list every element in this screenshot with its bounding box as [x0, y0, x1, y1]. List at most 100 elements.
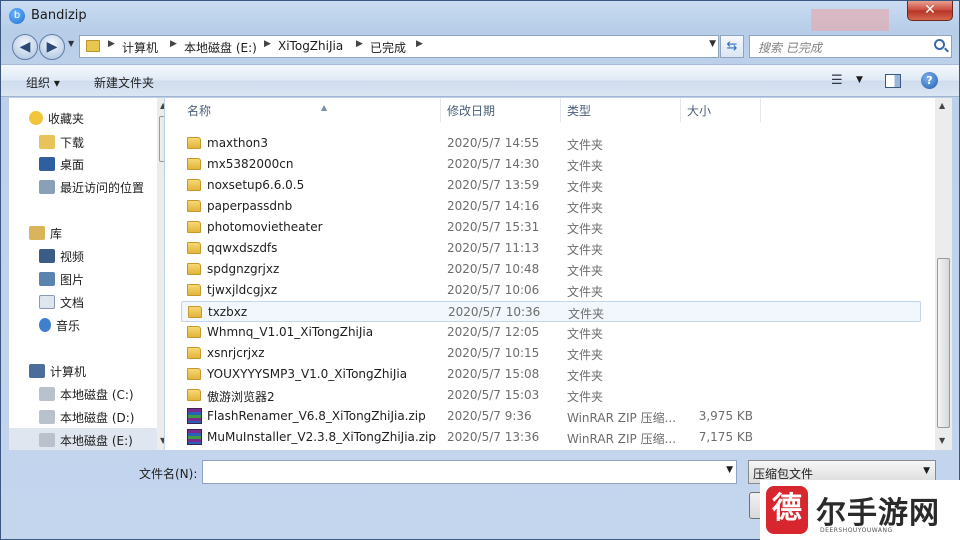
- recent-pages-dropdown-icon[interactable]: ▼: [68, 39, 74, 48]
- file-type: 文件夹: [567, 369, 604, 383]
- table-row[interactable]: MuMuInstaller_V2.3.8_XiTongZhiJia.zip 202…: [181, 427, 921, 448]
- breadcrumb-separator-icon[interactable]: ▶: [356, 39, 363, 49]
- folder-icon: [187, 137, 201, 149]
- nav-item-downloads[interactable]: 下载: [39, 134, 84, 154]
- nav-item-documents[interactable]: 文档: [39, 294, 84, 314]
- new-folder-button[interactable]: 新建文件夹: [94, 74, 154, 91]
- file-name: maxthon3: [207, 136, 269, 150]
- view-dropdown-icon[interactable]: ▼: [856, 75, 863, 85]
- nav-item-desktop[interactable]: 桌面: [39, 156, 84, 176]
- file-date: 2020/5/7 13:59: [447, 178, 540, 192]
- scroll-down-icon[interactable]: ▼: [160, 436, 164, 445]
- address-history-dropdown-icon[interactable]: ▼: [709, 39, 716, 49]
- scrollbar-thumb[interactable]: [159, 116, 164, 162]
- folder-icon: [187, 200, 201, 212]
- scroll-down-icon[interactable]: ▼: [939, 436, 945, 445]
- watermark-seal: 德: [766, 486, 808, 534]
- file-date: 2020/5/7 10:48: [447, 262, 540, 276]
- organize-menu-button[interactable]: 组织 ▾: [26, 74, 60, 91]
- save-dialog-window: b Bandizip ✕ ◀ ▶ ▼ ▶ 计算机 ▶ 本地磁盘 (E:) ▶ X…: [0, 0, 960, 540]
- file-name: MuMuInstaller_V2.3.8_XiTongZhiJia.zip: [207, 430, 436, 444]
- table-row[interactable]: FlashRenamer_V6.8_XiTongZhiJia.zip 2020/5…: [181, 406, 921, 427]
- file-date: 2020/5/7 10:15: [447, 346, 540, 360]
- folder-icon: [188, 306, 202, 318]
- view-options-icon[interactable]: ☰: [831, 73, 843, 88]
- file-date: 2020/5/7 14:16: [447, 199, 540, 213]
- nav-item-recent-places[interactable]: 最近访问的位置: [39, 179, 144, 199]
- nav-item-drive-e[interactable]: 本地磁盘 (E:): [39, 432, 133, 450]
- table-row[interactable]: txzbxz 2020/5/7 10:36 文件夹: [181, 301, 921, 322]
- nav-libraries-label: 库: [50, 227, 63, 241]
- scroll-up-icon[interactable]: ▲: [939, 101, 945, 110]
- breadcrumb-xitogzhijia[interactable]: XiTogZhiJia: [278, 39, 343, 53]
- folder-icon: [187, 368, 201, 380]
- navigation-scrollbar[interactable]: ▲ ▼: [157, 98, 164, 450]
- table-row[interactable]: photomovietheater 2020/5/7 15:31 文件夹: [181, 217, 921, 238]
- file-list-scrollbar[interactable]: ▲ ▼: [935, 98, 952, 450]
- breadcrumb-separator-icon[interactable]: ▶: [170, 39, 177, 49]
- file-date: 2020/5/7 15:03: [447, 388, 540, 402]
- search-icon[interactable]: [934, 39, 945, 50]
- table-row[interactable]: 傲游浏览器2 2020/5/7 15:03 文件夹: [181, 385, 921, 406]
- picture-library-icon: [39, 272, 55, 286]
- sort-ascending-icon: ▲: [321, 103, 328, 112]
- breadcrumb-separator-icon[interactable]: ▶: [416, 39, 423, 49]
- nav-computer[interactable]: 计算机: [29, 363, 86, 383]
- watermark-text: 尔手游网: [816, 496, 940, 531]
- table-row[interactable]: xsnrjcrjxz 2020/5/7 10:15 文件夹: [181, 343, 921, 364]
- table-row[interactable]: tjwxjldcgjxz 2020/5/7 10:06 文件夹: [181, 280, 921, 301]
- breadcrumb-computer[interactable]: 计算机: [122, 39, 158, 56]
- recent-places-icon: [39, 180, 55, 194]
- help-icon[interactable]: ?: [921, 72, 938, 89]
- close-button[interactable]: ✕: [907, 1, 953, 21]
- filename-input[interactable]: ▼: [202, 460, 737, 484]
- file-date: 2020/5/7 13:36: [447, 430, 540, 444]
- table-row[interactable]: mx5382000cn 2020/5/7 14:30 文件夹: [181, 154, 921, 175]
- table-row[interactable]: Whmnq_V1.01_XiTongZhiJia 2020/5/7 12:05 文件…: [181, 322, 921, 343]
- preview-pane-icon[interactable]: [885, 74, 901, 88]
- table-row[interactable]: qqwxdszdfs 2020/5/7 11:13 文件夹: [181, 238, 921, 259]
- breadcrumb-drive-e[interactable]: 本地磁盘 (E:): [184, 39, 257, 56]
- file-name: 傲游浏览器2: [207, 390, 275, 404]
- nav-item-drive-d[interactable]: 本地磁盘 (D:): [39, 409, 134, 429]
- file-date: 2020/5/7 15:31: [447, 220, 540, 234]
- column-header-label: 大小: [687, 104, 712, 118]
- file-type-value: 压缩包文件: [753, 467, 814, 481]
- star-icon: [29, 111, 43, 125]
- nav-libraries[interactable]: 库: [29, 225, 62, 245]
- table-row[interactable]: noxsetup6.6.0.5 2020/5/7 13:59 文件夹: [181, 175, 921, 196]
- address-bar[interactable]: ▶ 计算机 ▶ 本地磁盘 (E:) ▶ XiTogZhiJia ▶ 已完成 ▶ …: [79, 35, 719, 58]
- search-box[interactable]: 搜索 已完成: [749, 35, 952, 58]
- column-header-size[interactable]: 大小: [681, 98, 761, 122]
- zip-archive-icon: [187, 429, 202, 445]
- nav-item-videos[interactable]: 视频: [39, 248, 84, 268]
- column-header-name[interactable]: 名称 ▲: [181, 98, 441, 122]
- nav-item-label: 图片: [60, 273, 85, 287]
- nav-item-pictures[interactable]: 图片: [39, 271, 84, 291]
- table-row[interactable]: paperpassdnb 2020/5/7 14:16 文件夹: [181, 196, 921, 217]
- search-placeholder: 搜索 已完成: [758, 41, 822, 55]
- nav-item-label: 最近访问的位置: [60, 181, 145, 195]
- table-row[interactable]: maxthon3 2020/5/7 14:55 文件夹: [181, 133, 921, 154]
- folder-icon: [187, 221, 201, 233]
- nav-item-music[interactable]: 音乐: [39, 317, 80, 337]
- scrollbar-thumb[interactable]: [937, 258, 950, 428]
- column-header-type[interactable]: 类型: [561, 98, 681, 122]
- table-row[interactable]: YOUXYYYSMP3_V1.0_XiTongZhiJia 2020/5/7 15…: [181, 364, 921, 385]
- table-row[interactable]: spdgnzgrjxz 2020/5/7 10:48 文件夹: [181, 259, 921, 280]
- breadcrumb-completed[interactable]: 已完成: [370, 39, 406, 56]
- scroll-up-icon[interactable]: ▲: [160, 101, 164, 110]
- back-button[interactable]: ◀: [12, 34, 38, 60]
- nav-item-drive-c[interactable]: 本地磁盘 (C:): [39, 386, 134, 406]
- breadcrumb-separator-icon[interactable]: ▶: [264, 39, 271, 49]
- refresh-button[interactable]: ⇆: [720, 35, 744, 58]
- file-type: 文件夹: [567, 285, 604, 299]
- filename-dropdown-icon[interactable]: ▼: [726, 465, 733, 475]
- nav-favorites[interactable]: 收藏夹: [29, 110, 84, 130]
- file-type: 文件夹: [567, 180, 604, 194]
- file-type: 文件夹: [567, 243, 604, 257]
- forward-button[interactable]: ▶: [39, 34, 65, 60]
- nav-computer-label: 计算机: [50, 365, 87, 379]
- column-header-date[interactable]: 修改日期: [441, 98, 561, 122]
- breadcrumb-separator-icon[interactable]: ▶: [108, 39, 115, 49]
